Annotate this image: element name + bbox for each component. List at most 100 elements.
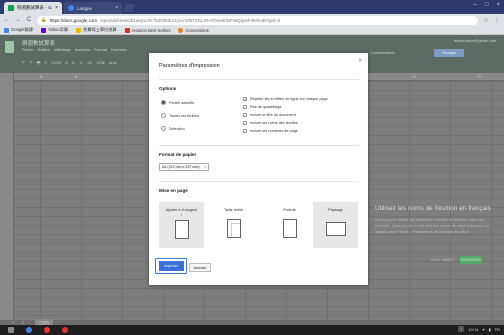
chrome-icon[interactable] (26, 327, 32, 333)
menu-format[interactable]: Format (94, 47, 107, 52)
layout-actual-size[interactable]: Taille réelle (211, 202, 256, 248)
account-email[interactable]: wendy.ttsuei@gmail.com (454, 39, 496, 43)
agree-button[interactable]: D'ACCORD (459, 256, 482, 264)
browser-menu-icon[interactable]: ⋮ (494, 17, 500, 24)
share-button[interactable]: Partager (434, 49, 464, 57)
reload-icon[interactable]: C (26, 17, 32, 23)
checkbox-label: Répéter les en-têtes de ligne sur chaque… (250, 97, 328, 101)
radio-icon (161, 126, 166, 131)
layout-fit-width[interactable]: Ajuster à la largeur ↕ (159, 202, 204, 248)
print-button[interactable]: Imprimer (155, 258, 187, 274)
bookmark-google-translate[interactable]: Google翻譯 (4, 27, 33, 33)
tab-spreadsheet[interactable]: 倒週數試算表 - Googl × (4, 2, 62, 14)
column-header-o[interactable]: O (478, 75, 481, 79)
document-title[interactable]: 倒週數試算表 (22, 39, 55, 47)
checkbox-sheet-names[interactable]: Inclure les noms des feuilles (243, 121, 298, 125)
menu-insertion[interactable]: Insertion (75, 47, 90, 52)
radio-selection[interactable]: Sélection (161, 126, 185, 131)
os-taskbar (0, 325, 504, 335)
checkbox-repeat-headers[interactable]: ✓ Répéter les en-têtes de ligne sur chaq… (243, 97, 328, 102)
start-icon[interactable] (8, 327, 14, 333)
window-controls: – □ × (474, 2, 500, 8)
percent-icon[interactable]: % (72, 60, 76, 67)
column-header-a[interactable]: A (40, 75, 42, 79)
minimize-icon[interactable]: – (474, 2, 477, 8)
sheets-favicon-icon (8, 5, 14, 11)
bookmark-label: 免費線上單位換算 (83, 27, 117, 32)
decrease-decimal-icon[interactable]: .0 (79, 60, 82, 67)
layout-landscape[interactable]: Paysage (313, 202, 358, 248)
bookmark-label: Conversions (185, 27, 209, 33)
number-format-select[interactable]: 123▾ (96, 60, 105, 67)
currency-icon[interactable]: € (65, 60, 67, 67)
print-settings-dialog: Paramètres d'impression × Options Feuill… (149, 53, 368, 285)
keyboard-language[interactable]: FR (495, 327, 500, 332)
menu-donnees[interactable]: Données (111, 47, 127, 52)
bookmark-unit-converter[interactable]: 免費線上單位換算 (76, 27, 117, 33)
page-preview-icon (174, 220, 189, 239)
tab-close-icon[interactable]: × (115, 5, 118, 11)
undo-icon[interactable]: ↶ (22, 60, 25, 67)
panel-heading: Utilisez les noms de fonction en françai… (375, 205, 491, 212)
tab-title: Langue (77, 5, 93, 11)
new-tab-button[interactable] (122, 4, 136, 12)
function-language-panel: Utilisez les noms de fonction en françai… (375, 205, 495, 264)
menu-edition[interactable]: Édition (38, 47, 50, 52)
radio-label: Toutes les feuilles (169, 113, 199, 118)
cancel-button[interactable]: Annuler (189, 263, 211, 272)
tab-langue[interactable]: Langue × (64, 2, 122, 14)
bookmark-yahoo[interactable]: Yahoo奇摩 (40, 27, 68, 33)
no-thanks-button[interactable]: NON, MERCI (431, 258, 454, 262)
tab-title: 倒週數試算表 - Googl (17, 5, 52, 10)
menu-fichier[interactable]: Fichier (22, 47, 34, 52)
column-header-b[interactable]: B (75, 75, 77, 79)
media-icon[interactable] (62, 327, 68, 333)
url-input[interactable]: 🔒 https://docs.google.com/spreadsheets/d… (37, 15, 478, 25)
layout-label: Taille réelle (224, 208, 243, 212)
back-arrow-icon[interactable]: ← (4, 17, 10, 23)
bookmark-star-icon[interactable]: ☆ (483, 17, 489, 24)
paper-size-heading: Format de papier (159, 152, 197, 157)
converter-icon (76, 27, 82, 33)
increase-decimal-icon[interactable]: .00 (87, 60, 93, 67)
checkbox-icon (243, 129, 247, 133)
zoom-select[interactable]: 100% (51, 60, 61, 67)
maximize-icon[interactable]: □ (485, 2, 489, 8)
forward-arrow-icon[interactable]: → (15, 17, 21, 23)
menu-affichage[interactable]: Affichage (54, 47, 71, 52)
translate-icon (4, 27, 9, 33)
divider (159, 181, 359, 182)
bookmark-conversions[interactable]: Conversions (178, 27, 209, 33)
tab-close-icon[interactable]: × (55, 5, 58, 11)
layout-portrait[interactable]: Portrait (267, 202, 312, 248)
column-header-n[interactable]: N (413, 75, 416, 79)
bookmark-label: Google翻譯 (11, 27, 33, 32)
checkbox-label: Pas de quadrillage (250, 105, 282, 109)
checkbox-label: Inclure le titre du document (250, 113, 296, 117)
checkbox-document-title[interactable]: Inclure le titre du document (243, 113, 296, 117)
checkbox-page-numbers[interactable]: Inclure les numéros de page (243, 129, 298, 133)
close-window-icon[interactable]: × (496, 2, 500, 8)
url-path: /spreadsheets/d/1wqzuJm7hdVl0I3r1zy1cm8b… (100, 17, 281, 23)
radio-label: Sélection (169, 126, 185, 131)
youtube-icon[interactable] (44, 327, 50, 333)
google-favicon-icon (68, 5, 74, 11)
font-select[interactable]: Arial (109, 60, 117, 67)
portrait-page-icon (282, 219, 297, 238)
notification-badge[interactable]: 1 (458, 326, 465, 332)
panel-body: Vous pouvez définir vos effets des formu… (375, 218, 490, 234)
paper-size-select[interactable]: A4 (210 mm x 297 mm) ↕ (159, 163, 209, 171)
checkbox-icon (243, 113, 247, 117)
radio-all-sheets[interactable]: Toutes les feuilles (161, 113, 199, 118)
print-icon[interactable]: 🖶 (37, 60, 41, 67)
sheets-menu-bar: Fichier Édition Affichage Insertion Form… (22, 47, 127, 52)
redo-icon[interactable]: ↷ (29, 60, 32, 67)
close-icon[interactable]: × (358, 58, 362, 64)
url-host: https://docs.google.com (49, 17, 98, 23)
bookmark-amazon[interactable]: Amazon Best Sellers (124, 27, 170, 33)
comments-button[interactable]: Commentaires (370, 51, 395, 55)
system-tray[interactable]: 1 10:14 ▾ ▮ FR (458, 326, 500, 332)
checkbox-no-gridlines[interactable]: Pas de quadrillage (243, 105, 281, 109)
paint-format-icon[interactable]: ⅌ (45, 60, 48, 67)
radio-current-sheet[interactable]: Feuille actuelle (161, 100, 194, 105)
